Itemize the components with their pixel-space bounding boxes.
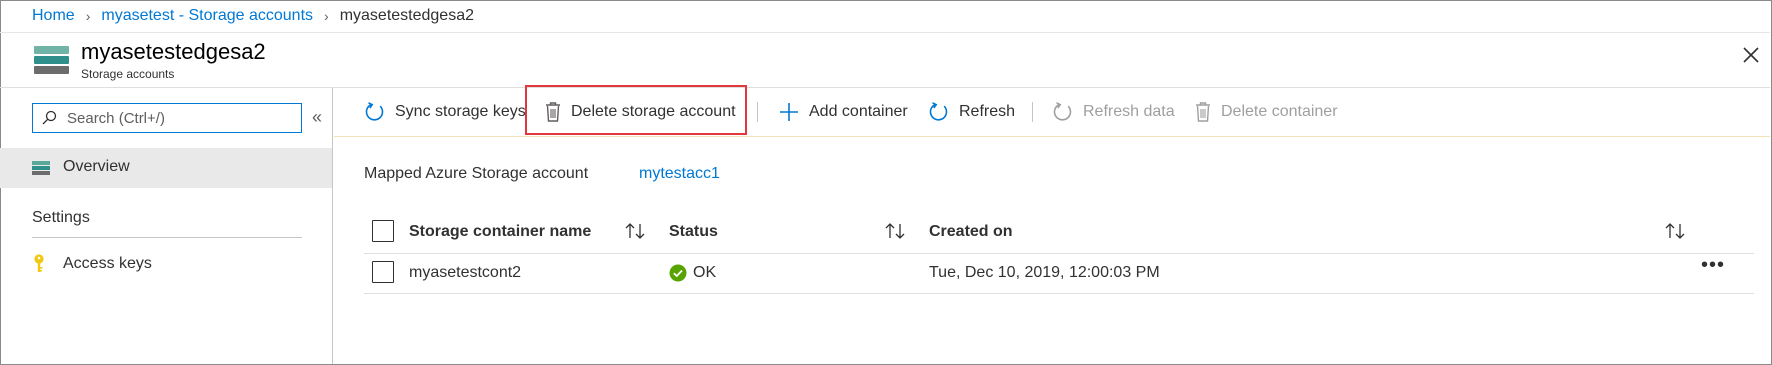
close-icon[interactable] [1740,44,1762,66]
check-circle-icon [669,264,687,282]
page-title: myasetestedgesa2 [81,39,266,64]
search-icon [42,110,57,125]
select-all-checkbox[interactable] [372,220,394,242]
add-container-button[interactable]: Add container [778,88,908,136]
sidebar-item-label: Access keys [63,255,152,272]
refresh-data-button[interactable]: Refresh data [1052,88,1175,136]
add-container-label: Add container [809,103,908,120]
divider [32,237,302,238]
highlight-box [525,85,747,135]
mapped-account-link[interactable]: mytestacc1 [639,165,720,183]
storage-icon [32,161,50,175]
column-header-status: Status [669,223,718,240]
breadcrumb: Home › myasetest - Storage accounts › my… [0,0,1770,33]
refresh-icon [1053,102,1072,121]
column-header-name: Storage container name [409,223,592,240]
plus-icon [780,103,798,121]
search-box[interactable] [32,103,302,133]
sidebar-item-access-keys[interactable]: Access keys [0,246,332,282]
refresh-icon [929,102,948,121]
sort-icon[interactable] [884,221,906,241]
sync-storage-keys-label: Sync storage keys [395,103,526,120]
search-input[interactable] [67,109,287,127]
mapped-account-label: Mapped Azure Storage account [364,165,589,182]
blade-header: myasetestedgesa2 Storage accounts [0,33,1770,88]
divider [364,253,1754,254]
sidebar-item-overview[interactable]: Overview [0,148,332,188]
delete-container-button[interactable]: Delete container [1194,88,1338,136]
row-checkbox[interactable] [372,261,394,283]
chevron-right-icon: › [85,8,91,24]
collapse-sidebar-button[interactable]: « [312,107,322,128]
trash-icon [1196,102,1210,122]
chevron-right-icon: › [324,8,329,24]
storage-account-icon [34,46,69,74]
breadcrumb-home[interactable]: Home [32,7,75,25]
sort-icon[interactable] [1664,221,1686,241]
divider [757,102,758,122]
sidebar-item-label: Overview [63,158,130,175]
sync-icon [365,102,384,121]
more-options-icon[interactable]: ••• [1701,254,1725,277]
sort-icon[interactable] [624,221,646,241]
settings-heading: Settings [32,209,90,226]
refresh-button[interactable]: Refresh [928,88,1015,136]
breadcrumb-storage-accounts[interactable]: myasetest - Storage accounts [101,7,313,25]
overview-content: Mapped Azure Storage account mytestacc1 … [334,136,1770,364]
status-cell: OK [693,264,717,281]
refresh-label: Refresh [959,103,1016,120]
container-name-cell: myasetestcont2 [409,264,522,281]
created-on-cell: Tue, Dec 10, 2019, 12:00:03 PM [929,264,1160,281]
divider [364,293,1754,294]
page-subtitle: Storage accounts [81,67,175,81]
sidebar: « Overview Settings Access keys [0,88,333,364]
delete-container-label: Delete container [1221,103,1338,120]
sync-storage-keys-button[interactable]: Sync storage keys [364,88,526,136]
key-icon [34,254,44,272]
divider [1032,102,1033,122]
breadcrumb-current: myasetestedgesa2 [339,7,474,24]
refresh-data-label: Refresh data [1083,103,1175,120]
column-header-created: Created on [929,223,1013,240]
